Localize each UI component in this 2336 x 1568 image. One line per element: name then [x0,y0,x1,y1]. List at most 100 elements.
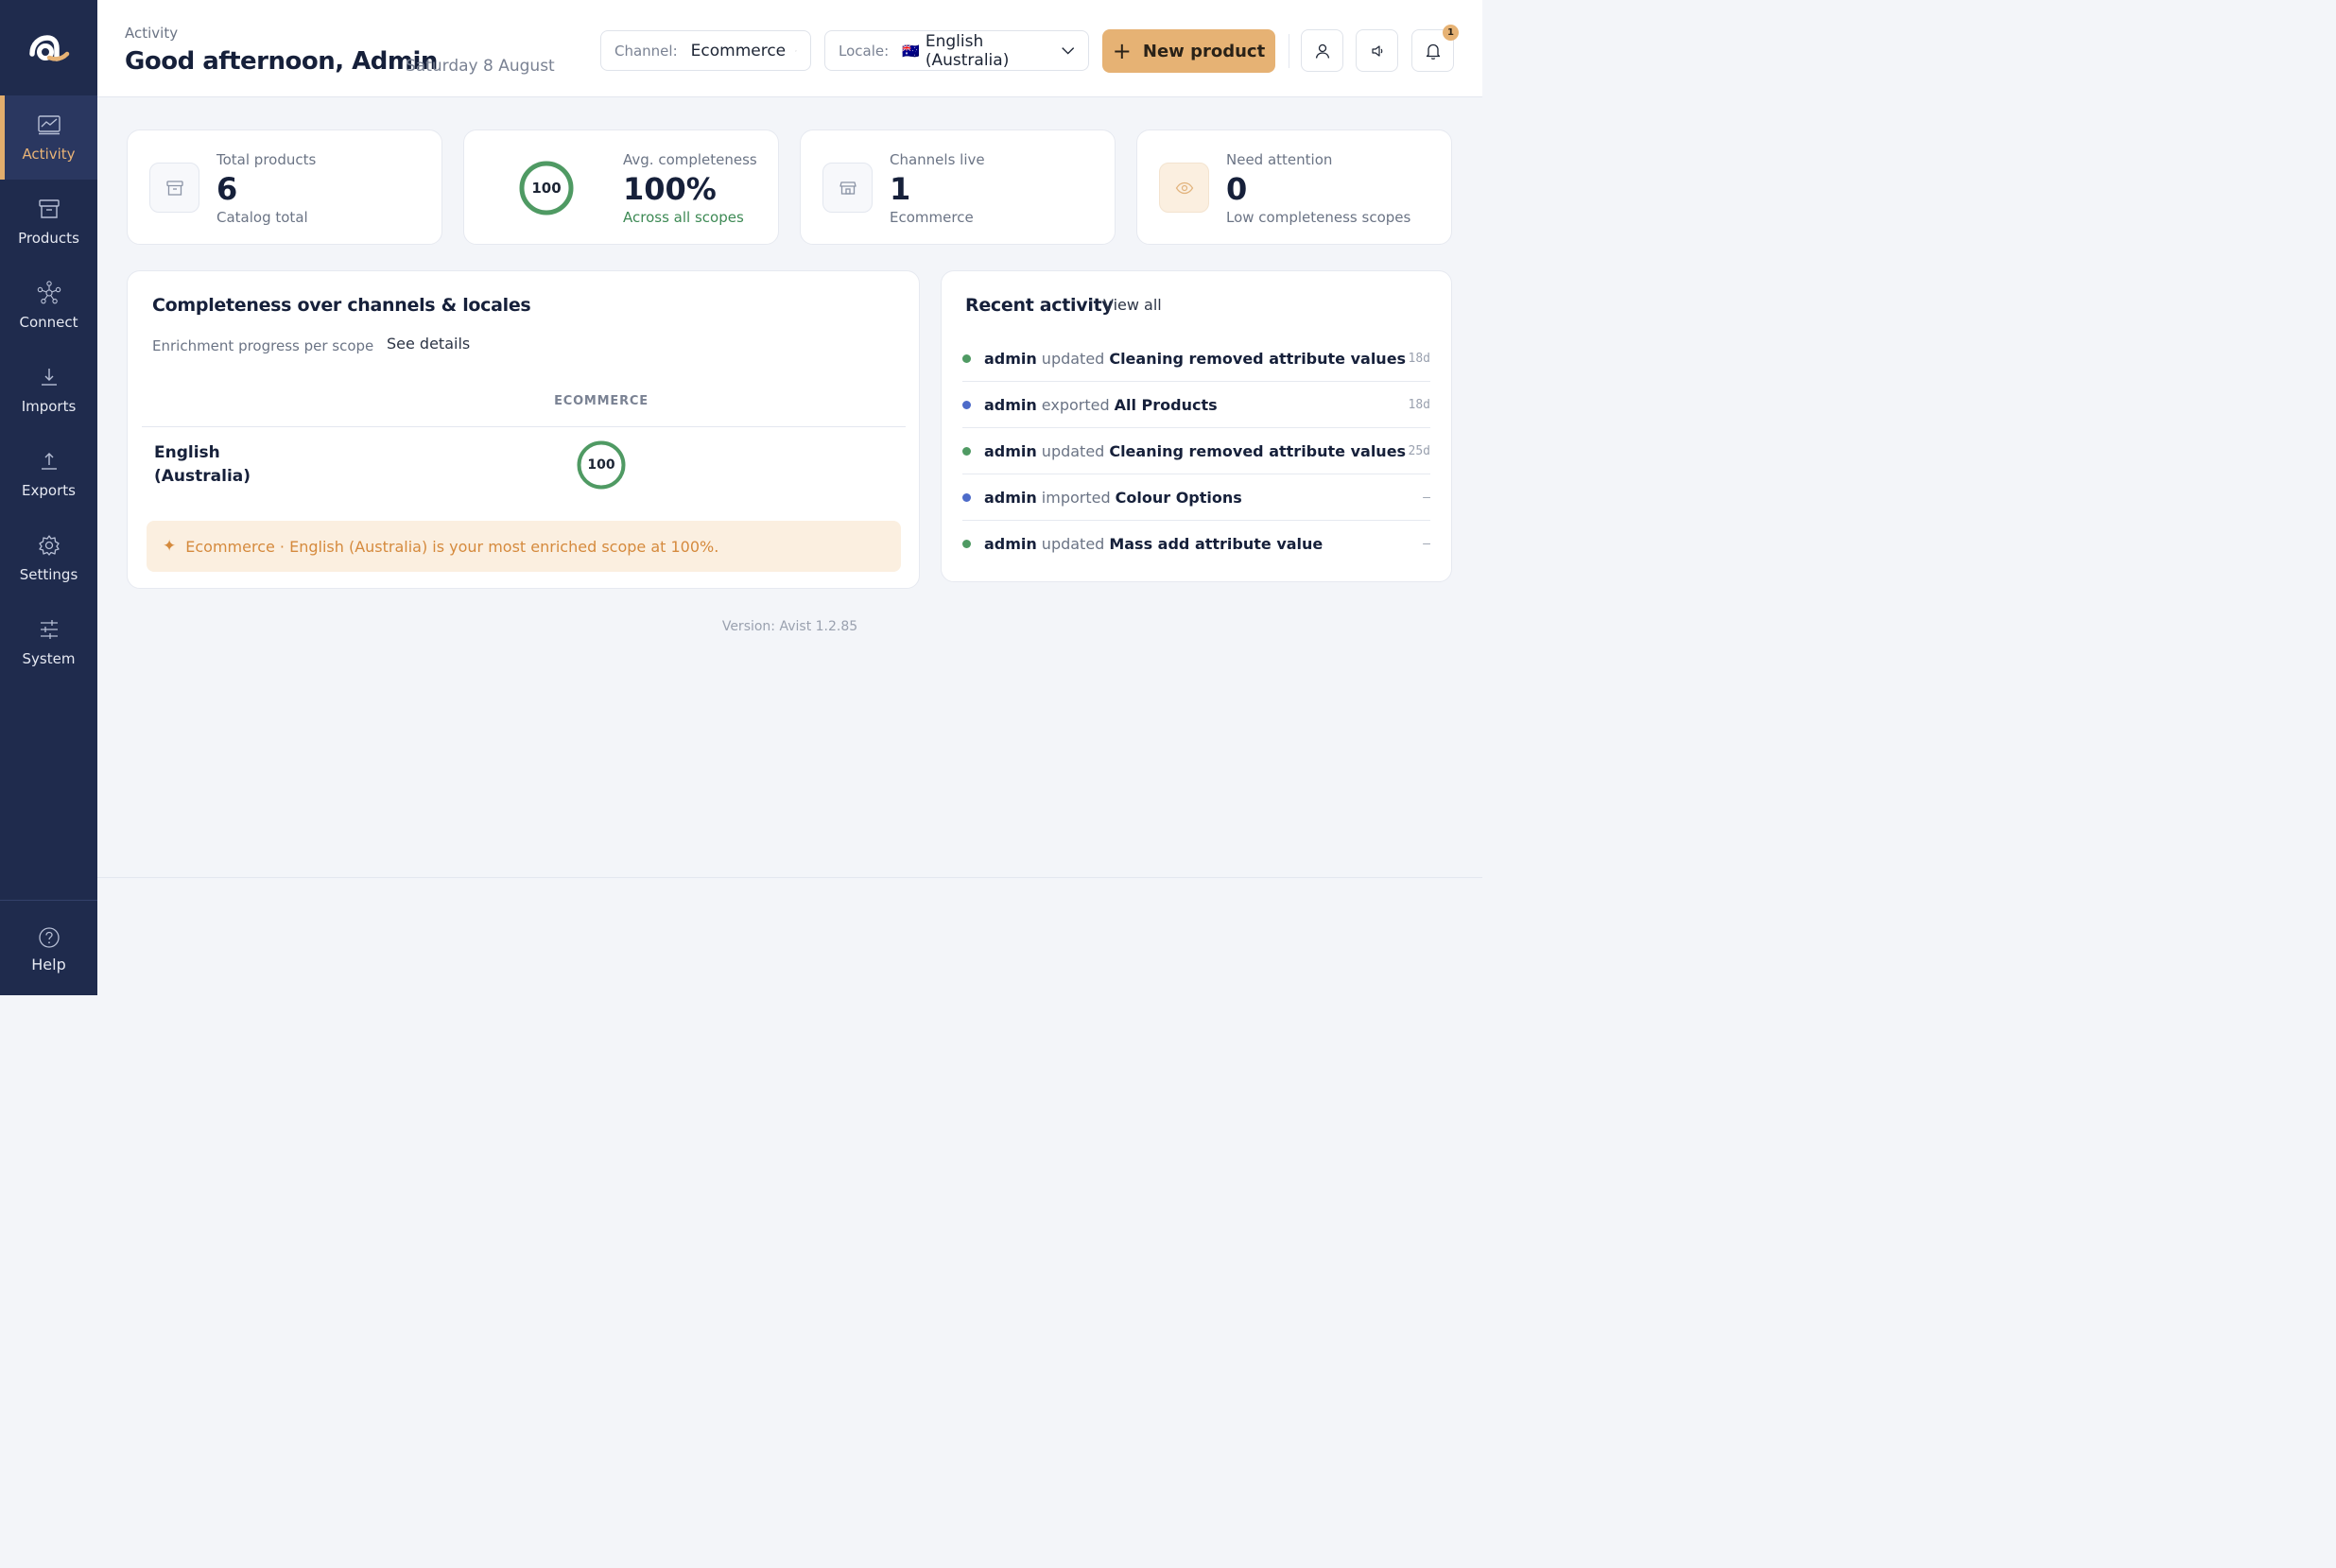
gear-icon [37,533,61,558]
stat-label: Need attention [1226,151,1333,168]
announcements-button[interactable] [1356,29,1398,72]
activity-item[interactable]: admin updated Cleaning removed attribute… [962,428,1430,474]
stat-label: Avg. completeness [623,151,757,168]
new-product-button[interactable]: + New product [1102,29,1275,73]
sidebar-item-label: Imports [21,398,77,415]
sliders-icon [37,617,61,642]
activity-verb: updated [1041,535,1105,553]
activity-object: All Products [1114,395,1218,414]
activity-user: admin [984,441,1037,460]
archive-icon [149,163,199,213]
activity-item[interactable]: admin updated Mass add attribute value – [962,521,1430,567]
row-label-locale: English (Australia) [154,443,251,486]
stat-subtext: Across all scopes [623,209,744,226]
import-icon [37,365,61,389]
activity-user: admin [984,395,1037,414]
stat-value: 0 [1226,171,1248,207]
sidebar-item-label: Exports [22,482,76,499]
sidebar-item-exports[interactable]: Exports [0,432,97,516]
completeness-title: Completeness over channels & locales [152,295,531,316]
activity-object: Mass add attribute value [1109,535,1324,553]
help-label: Help [31,955,66,974]
recent-activity-title: Recent activity [965,295,1114,316]
breadcrumb[interactable]: Activity [125,25,178,42]
notification-count-badge: 1 [1443,25,1459,41]
status-dot [962,540,971,548]
activity-verb: imported [1041,488,1111,507]
user-icon [1315,43,1329,59]
sidebar-item-connect[interactable]: Connect [0,264,97,348]
sidebar-item-system[interactable]: System [0,600,97,684]
channel-select[interactable]: Channel: Ecommerce [600,30,811,71]
network-icon [37,281,61,305]
notifications-button[interactable]: 1 [1411,25,1459,72]
table-divider [142,426,906,427]
activity-item[interactable]: admin updated Cleaning removed attribute… [962,336,1430,382]
activity-item[interactable]: admin imported Colour Options – [962,474,1430,521]
insight-text: Ecommerce · English (Australia) is your … [185,537,719,556]
sidebar-item-label: Settings [19,566,78,583]
stat-subtext: Ecommerce [890,209,974,226]
recent-activity-card: Recent activity View all admin updated C… [941,270,1452,582]
status-dot [962,353,971,363]
current-date: Saturday 8 August [406,57,555,76]
stat-label: Channels live [890,151,985,168]
activity-user: admin [984,535,1037,553]
locale-select-label: Locale: [839,42,890,60]
plus-icon: + [1112,38,1132,64]
stat-value: 100% [623,171,717,207]
completeness-subtitle: Enrichment progress per scope [152,337,374,354]
account-button[interactable] [1301,29,1343,72]
stat-value: 6 [216,171,238,207]
sidebar-item-activity[interactable]: Activity [0,95,97,180]
activity-object: Cleaning removed attribute values [1109,349,1407,368]
bell-icon [1426,43,1440,60]
stat-card-need-attention: Need attention 0 Low completeness scopes [1136,129,1452,245]
app-logo[interactable] [23,23,74,68]
activity-item[interactable]: admin exported All Products 18d [962,382,1430,428]
sidebar: Activity Products Connect Imports Export… [0,0,97,995]
sidebar-divider [0,900,97,901]
sidebar-item-help[interactable]: Help [0,903,97,995]
export-icon [37,449,61,474]
channel-select-value: Ecommerce [690,41,787,60]
sidebar-item-imports[interactable]: Imports [0,348,97,432]
locale-select-value: English (Australia) [925,31,1010,70]
archive-icon [37,197,61,221]
stat-subtext: Catalog total [216,209,308,226]
megaphone-icon [1371,44,1382,57]
completeness-ring-value: 100 [531,180,562,197]
completeness-card: Completeness over channels & locales Enr… [127,270,920,589]
locale-select[interactable]: Locale: 🇦🇺 English (Australia) [824,30,1089,71]
see-details-link[interactable]: See details [387,335,470,353]
status-dot [962,492,971,502]
view-all-link[interactable]: View all [1103,296,1162,314]
new-product-label: New product [1142,41,1266,61]
chevron-down-icon [1061,46,1074,55]
activity-verb: updated [1041,441,1105,460]
activity-user: admin [984,488,1037,507]
eye-icon [1159,163,1209,213]
australia-flag-icon: 🇦🇺 [902,42,920,60]
stat-card-avg-completeness: 100 Avg. completeness 100% Across all sc… [463,129,779,245]
sidebar-item-settings[interactable]: Settings [0,516,97,600]
version-label: Version: Avist 1.2.85 [721,619,858,634]
chart-icon [37,112,61,137]
chevron-down-icon [795,50,797,51]
sidebar-item-label: Products [18,230,79,247]
activity-time: – [1423,537,1430,551]
insight-banner: ✦ Ecommerce · English (Australia) is you… [147,521,901,572]
page-title: Good afternoon, Admin [125,47,438,76]
activity-verb: exported [1041,395,1110,414]
activity-verb: updated [1041,349,1105,368]
scope-completeness-value: 100 [587,457,615,473]
top-header: Activity Good afternoon, Admin Saturday … [97,0,1482,97]
sidebar-item-label: Connect [19,314,78,331]
activity-time: 25d [1408,443,1430,458]
sidebar-item-label: System [22,650,76,667]
help-icon [37,925,61,950]
column-header-ecommerce: ECOMMERCE [554,394,649,408]
activity-time: 18d [1408,351,1430,366]
sidebar-item-label: Activity [22,146,76,163]
sidebar-item-products[interactable]: Products [0,180,97,264]
